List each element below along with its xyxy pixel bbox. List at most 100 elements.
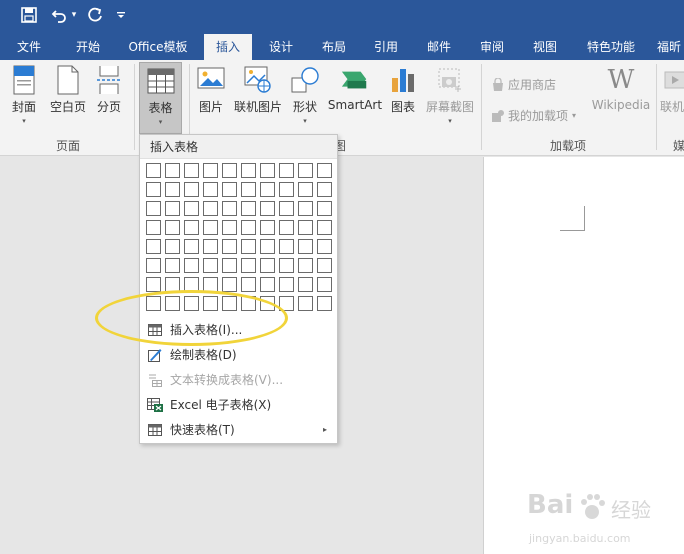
table-grid-cell[interactable] [317,201,332,216]
excel-spreadsheet-menu-item[interactable]: Excel 电子表格(X) [140,392,337,417]
table-grid-cell[interactable] [146,163,161,178]
table-grid-cell[interactable] [260,220,275,235]
tab-design[interactable]: 设计 [260,34,302,60]
redo-icon[interactable] [84,4,106,26]
table-grid-cell[interactable] [222,182,237,197]
table-grid-cell[interactable] [146,220,161,235]
table-grid-cell[interactable] [184,201,199,216]
tab-insert[interactable]: 插入 [204,34,252,60]
table-grid-cell[interactable] [146,239,161,254]
undo-dropdown-icon[interactable]: ▾ [69,4,79,26]
online-video-button[interactable]: 联机 [660,64,684,115]
tab-foxit[interactable]: 福昕 [654,34,684,60]
table-grid-cell[interactable] [279,258,294,273]
quick-tables-menu-item[interactable]: 快速表格(T) ▸ [140,417,337,442]
table-grid-cell[interactable] [241,182,256,197]
table-grid-cell[interactable] [184,182,199,197]
store-button[interactable]: 应用商店 [491,76,556,93]
table-grid-cell[interactable] [222,220,237,235]
tab-layout[interactable]: 布局 [313,34,355,60]
tab-mailings[interactable]: 邮件 [418,34,460,60]
undo-icon[interactable] [48,4,70,26]
table-grid-cell[interactable] [241,201,256,216]
table-grid-cell[interactable] [317,163,332,178]
table-grid-cell[interactable] [298,220,313,235]
online-picture-button[interactable]: 联机图片 [233,64,283,115]
table-grid-cell[interactable] [279,277,294,292]
table-grid-cell[interactable] [222,163,237,178]
table-grid-cell[interactable] [317,182,332,197]
table-grid-cell[interactable] [203,220,218,235]
tab-review[interactable]: 审阅 [471,34,513,60]
cover-page-button[interactable]: 封面 ▾ [8,64,40,126]
table-grid-cell[interactable] [241,277,256,292]
table-grid-cell[interactable] [279,182,294,197]
table-grid-cell[interactable] [241,258,256,273]
table-grid-cell[interactable] [222,201,237,216]
table-grid-cell[interactable] [260,163,275,178]
table-grid-cell[interactable] [165,201,180,216]
table-grid-cell[interactable] [298,163,313,178]
table-grid-cell[interactable] [279,239,294,254]
blank-page-button[interactable]: 空白页 [48,64,88,115]
table-grid-cell[interactable] [260,201,275,216]
table-grid-cell[interactable] [203,182,218,197]
table-grid-cell[interactable] [203,239,218,254]
text-to-table-menu-item[interactable]: 文本转换成表格(V)... [140,367,337,392]
tab-special-features[interactable]: 特色功能 [580,34,642,60]
my-addins-button[interactable]: 我的加载项 ▾ [491,107,576,124]
picture-button[interactable]: 图片 [196,64,226,115]
table-grid-cell[interactable] [146,277,161,292]
tab-home[interactable]: 开始 [66,34,110,60]
table-grid-cell[interactable] [184,258,199,273]
table-grid-cell[interactable] [317,258,332,273]
tab-office-templates[interactable]: Office模板 [124,34,192,60]
table-grid-cell[interactable] [241,239,256,254]
screenshot-button[interactable]: 屏幕截图 ▾ [425,64,475,126]
table-grid-cell[interactable] [317,277,332,292]
table-grid-cell[interactable] [260,258,275,273]
table-grid-cell[interactable] [298,258,313,273]
table-grid-cell[interactable] [165,258,180,273]
table-grid-cell[interactable] [222,277,237,292]
table-grid-cell[interactable] [165,182,180,197]
table-grid-cell[interactable] [260,277,275,292]
tab-file[interactable]: 文件 [8,34,50,60]
tab-references[interactable]: 引用 [365,34,407,60]
table-grid-cell[interactable] [298,296,313,311]
table-grid-cell[interactable] [298,182,313,197]
table-grid-cell[interactable] [203,258,218,273]
table-grid-cell[interactable] [184,163,199,178]
table-grid-cell[interactable] [298,201,313,216]
shapes-button[interactable]: 形状 ▾ [290,64,320,126]
table-grid-cell[interactable] [146,201,161,216]
table-grid-cell[interactable] [241,220,256,235]
table-grid-cell[interactable] [165,163,180,178]
table-grid-cell[interactable] [165,239,180,254]
table-grid-cell[interactable] [317,220,332,235]
table-grid-cell[interactable] [298,239,313,254]
draw-table-menu-item[interactable]: 绘制表格(D) [140,342,337,367]
save-icon[interactable] [18,4,40,26]
table-grid-cell[interactable] [279,220,294,235]
table-grid-cell[interactable] [203,201,218,216]
tab-view[interactable]: 视图 [524,34,566,60]
smartart-button[interactable]: SmartArt [327,64,383,112]
table-grid-cell[interactable] [241,163,256,178]
table-grid-cell[interactable] [165,220,180,235]
table-grid-cell[interactable] [146,258,161,273]
table-grid-cell[interactable] [317,296,332,311]
table-grid-cell[interactable] [222,258,237,273]
table-grid-cell[interactable] [279,201,294,216]
table-grid-cell[interactable] [317,239,332,254]
table-grid-cell[interactable] [279,163,294,178]
chart-button[interactable]: 图表 [389,64,417,115]
table-grid-cell[interactable] [222,239,237,254]
table-grid-cell[interactable] [298,277,313,292]
table-button[interactable]: 表格 ▾ [139,62,182,134]
table-grid-cell[interactable] [146,182,161,197]
table-grid-cell[interactable] [260,182,275,197]
table-grid-cell[interactable] [203,163,218,178]
customize-qat-icon[interactable] [114,4,128,26]
table-grid-cell[interactable] [184,220,199,235]
